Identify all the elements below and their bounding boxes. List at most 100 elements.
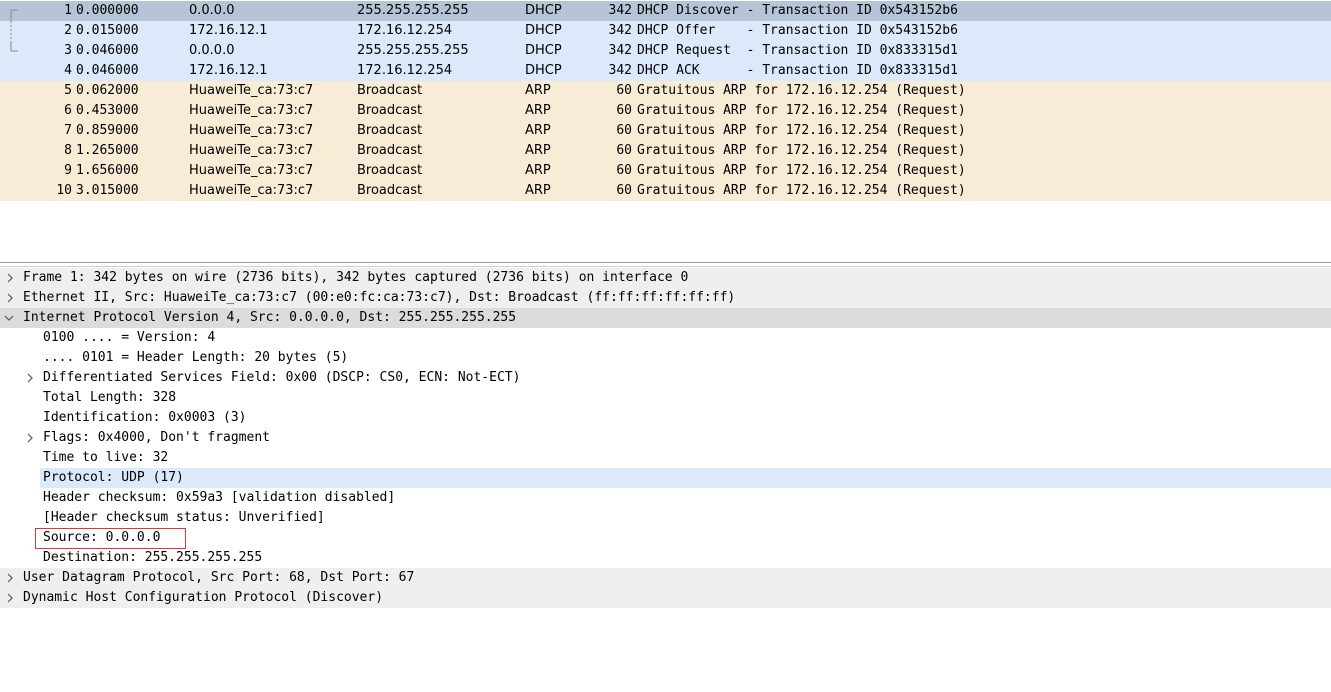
packet-row[interactable]: 10 3.015000 HuaweiTe_ca:73:c7 Broadcast … xyxy=(0,181,1331,201)
packet-row[interactable]: 7 0.859000 HuaweiTe_ca:73:c7 Broadcast A… xyxy=(0,121,1331,141)
packet-info: DHCP Discover - Transaction ID 0x543152b… xyxy=(637,3,958,18)
packet-source: HuaweiTe_ca:73:c7 xyxy=(189,103,314,118)
packet-info: Gratuitous ARP for 172.16.12.254 (Reques… xyxy=(637,143,966,158)
chevron-right-icon[interactable] xyxy=(24,368,36,388)
tree-field-ttl[interactable]: Time to live: 32 xyxy=(0,448,1331,468)
tree-field-total-length[interactable]: Total Length: 328 xyxy=(0,388,1331,408)
tree-field-destination[interactable]: Destination: 255.255.255.255 xyxy=(0,548,1331,568)
tree-field-header-length[interactable]: .... 0101 = Header Length: 20 bytes (5) xyxy=(0,348,1331,368)
packet-length: 60 xyxy=(616,103,632,118)
tree-field-label: Flags: 0x4000, Don't fragment xyxy=(43,430,270,445)
tree-field-label: Header checksum: 0x59a3 [validation disa… xyxy=(43,490,396,505)
packet-row[interactable]: 5 0.062000 HuaweiTe_ca:73:c7 Broadcast A… xyxy=(0,81,1331,101)
tree-field-version[interactable]: 0100 .... = Version: 4 xyxy=(0,328,1331,348)
tree-item-label: Dynamic Host Configuration Protocol (Dis… xyxy=(23,590,384,605)
packet-length: 342 xyxy=(608,23,632,38)
packet-row[interactable]: 3 0.046000 0.0.0.0 255.255.255.255 DHCP … xyxy=(0,41,1331,61)
packet-source: HuaweiTe_ca:73:c7 xyxy=(189,83,314,98)
chevron-right-icon[interactable] xyxy=(24,428,36,448)
packet-source: HuaweiTe_ca:73:c7 xyxy=(189,143,314,158)
tree-item-dhcp[interactable]: Dynamic Host Configuration Protocol (Dis… xyxy=(0,588,1331,608)
packet-no: 9 xyxy=(64,163,72,178)
packet-info: Gratuitous ARP for 172.16.12.254 (Reques… xyxy=(637,103,966,118)
packet-info: Gratuitous ARP for 172.16.12.254 (Reques… xyxy=(637,183,966,198)
packet-protocol: DHCP xyxy=(525,63,562,78)
tree-item-label: Internet Protocol Version 4, Src: 0.0.0.… xyxy=(23,310,517,325)
packet-info: DHCP ACK - Transaction ID 0x833315d1 xyxy=(637,63,958,78)
packet-protocol: ARP xyxy=(525,123,551,138)
tree-field-identification[interactable]: Identification: 0x0003 (3) xyxy=(0,408,1331,428)
tree-item-ipv4[interactable]: Internet Protocol Version 4, Src: 0.0.0.… xyxy=(0,308,1331,328)
packet-row[interactable]: 4 0.046000 172.16.12.1 172.16.12.254 DHC… xyxy=(0,61,1331,81)
packet-row[interactable]: 8 1.265000 HuaweiTe_ca:73:c7 Broadcast A… xyxy=(0,141,1331,161)
packet-row[interactable]: 6 0.453000 HuaweiTe_ca:73:c7 Broadcast A… xyxy=(0,101,1331,121)
tree-item-label: User Datagram Protocol, Src Port: 68, Ds… xyxy=(23,570,415,585)
tree-field-label: 0100 .... = Version: 4 xyxy=(43,330,216,345)
tree-field-source[interactable]: Source: 0.0.0.0 xyxy=(0,528,1331,548)
packet-length: 342 xyxy=(608,3,632,18)
packet-destination: 255.255.255.255 xyxy=(357,43,469,58)
packet-source: HuaweiTe_ca:73:c7 xyxy=(189,183,314,198)
tree-field-dsfield[interactable]: Differentiated Services Field: 0x00 (DSC… xyxy=(0,368,1331,388)
packet-length: 342 xyxy=(608,43,632,58)
tree-item-frame[interactable]: Frame 1: 342 bytes on wire (2736 bits), … xyxy=(0,268,1331,288)
tree-field-label: Protocol: UDP (17) xyxy=(43,470,184,485)
packet-protocol: ARP xyxy=(525,163,551,178)
tree-field-label: Destination: 255.255.255.255 xyxy=(43,550,263,565)
packet-destination: Broadcast xyxy=(357,183,423,198)
packet-length: 60 xyxy=(616,143,632,158)
packet-info: Gratuitous ARP for 172.16.12.254 (Reques… xyxy=(637,163,966,178)
packet-time: 3.015000 xyxy=(76,183,139,198)
packet-destination: Broadcast xyxy=(357,83,423,98)
packet-row[interactable]: 9 1.656000 HuaweiTe_ca:73:c7 Broadcast A… xyxy=(0,161,1331,181)
chevron-down-icon[interactable] xyxy=(3,308,15,328)
packet-protocol: DHCP xyxy=(525,3,562,18)
packet-time: 1.265000 xyxy=(76,143,139,158)
chevron-right-icon[interactable] xyxy=(4,568,16,588)
packet-destination: Broadcast xyxy=(357,123,423,138)
packet-source: HuaweiTe_ca:73:c7 xyxy=(189,123,314,138)
related-packet-end-icon xyxy=(10,41,18,52)
packet-destination: 255.255.255.255 xyxy=(357,3,469,18)
packet-time: 0.859000 xyxy=(76,123,139,138)
packet-destination: 172.16.12.254 xyxy=(357,63,453,78)
packet-length: 60 xyxy=(616,183,632,198)
packet-length: 60 xyxy=(616,123,632,138)
tree-field-label: .... 0101 = Header Length: 20 bytes (5) xyxy=(43,350,349,365)
packet-info: Gratuitous ARP for 172.16.12.254 (Reques… xyxy=(637,83,966,98)
packet-no: 6 xyxy=(64,103,72,118)
chevron-right-icon[interactable] xyxy=(4,588,16,608)
packet-row[interactable]: 1 0.000000 0.0.0.0 255.255.255.255 DHCP … xyxy=(0,1,1331,21)
packet-length: 60 xyxy=(616,163,632,178)
packet-destination: Broadcast xyxy=(357,163,423,178)
packet-source: 172.16.12.1 xyxy=(189,63,268,78)
packet-time: 0.046000 xyxy=(76,43,139,58)
chevron-right-icon[interactable] xyxy=(4,268,16,288)
tree-field-flags[interactable]: Flags: 0x4000, Don't fragment xyxy=(0,428,1331,448)
chevron-right-icon[interactable] xyxy=(4,288,16,308)
packet-no: 10 xyxy=(56,183,72,198)
related-packet-mid-icon xyxy=(10,21,12,41)
packet-protocol: DHCP xyxy=(525,23,562,38)
highlight-box xyxy=(35,528,186,549)
tree-item-udp[interactable]: User Datagram Protocol, Src Port: 68, Ds… xyxy=(0,568,1331,588)
tree-field-checksum-status[interactable]: [Header checksum status: Unverified] xyxy=(0,508,1331,528)
packet-protocol: ARP xyxy=(525,83,551,98)
packet-time: 0.000000 xyxy=(76,3,139,18)
tree-field-protocol[interactable]: Protocol: UDP (17) xyxy=(40,468,1331,488)
packet-time: 1.656000 xyxy=(76,163,139,178)
packet-info: Gratuitous ARP for 172.16.12.254 (Reques… xyxy=(637,123,966,138)
packet-time: 0.015000 xyxy=(76,23,139,38)
tree-field-label: Differentiated Services Field: 0x00 (DSC… xyxy=(43,370,521,385)
tree-field-checksum[interactable]: Header checksum: 0x59a3 [validation disa… xyxy=(0,488,1331,508)
packet-list: 1 0.000000 0.0.0.0 255.255.255.255 DHCP … xyxy=(0,0,1331,202)
packet-destination: Broadcast xyxy=(357,143,423,158)
packet-no: 5 xyxy=(64,83,72,98)
tree-item-ethernet[interactable]: Ethernet II, Src: HuaweiTe_ca:73:c7 (00:… xyxy=(0,288,1331,308)
packet-info: DHCP Request - Transaction ID 0x833315d1 xyxy=(637,43,958,58)
packet-destination: 172.16.12.254 xyxy=(357,23,453,38)
packet-row[interactable]: 2 0.015000 172.16.12.1 172.16.12.254 DHC… xyxy=(0,21,1331,41)
pane-splitter[interactable] xyxy=(0,262,1331,263)
packet-protocol: ARP xyxy=(525,143,551,158)
tree-item-label: Frame 1: 342 bytes on wire (2736 bits), … xyxy=(23,270,689,285)
